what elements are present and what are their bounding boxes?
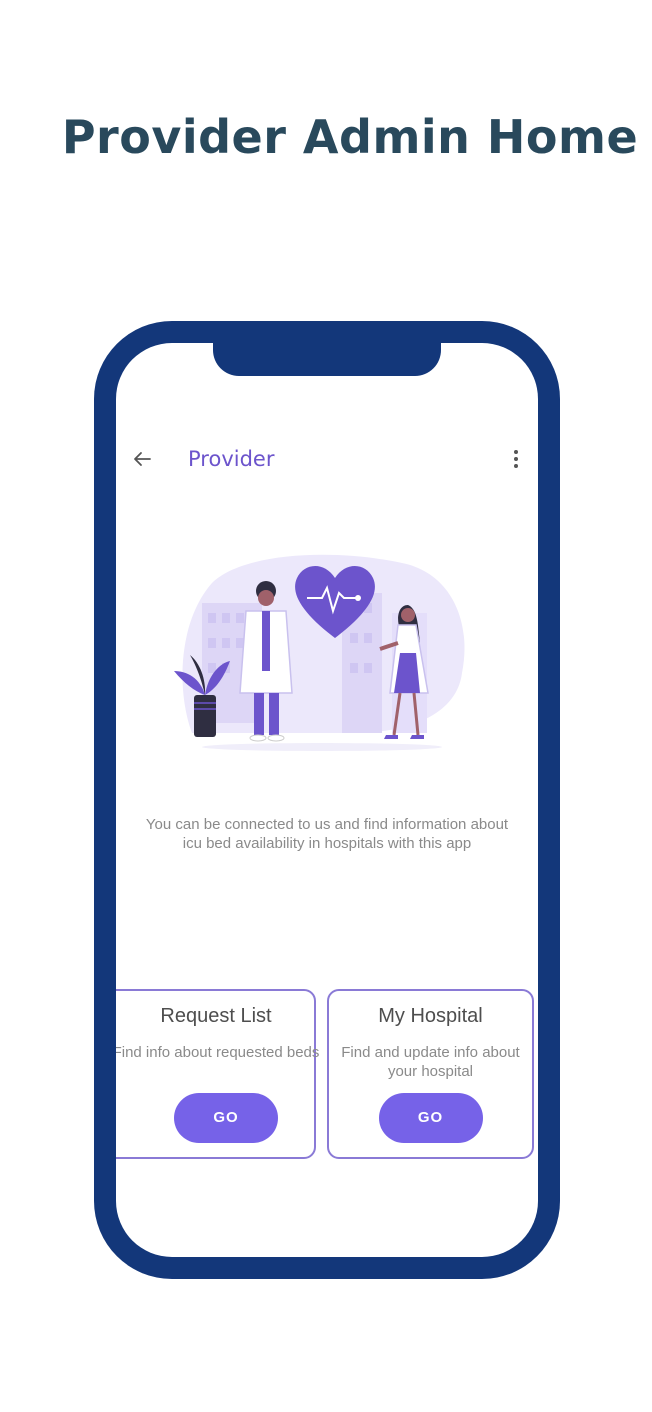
arrow-back-icon[interactable] <box>130 447 154 471</box>
card-description: Find and update info about your hospital <box>341 1044 520 1080</box>
phone-screen: Provider You can be connected to us and … <box>116 343 538 1257</box>
app-bar-title: Provider <box>188 447 275 471</box>
more-vertical-icon[interactable] <box>510 447 522 471</box>
page: Provider Admin Home Provider You can be … <box>0 0 652 1412</box>
page-title: Provider Admin Home <box>61 110 639 164</box>
request-list-card: Request List Find info about requested b… <box>116 989 319 1159</box>
phone-notch <box>213 343 441 376</box>
app-bar: Provider <box>116 439 538 495</box>
card-description: Find info about requested beds <box>116 1044 320 1061</box>
request-list-go-button[interactable]: GO <box>174 1093 278 1143</box>
app-description: You can be connected to us and find info… <box>145 816 509 852</box>
card-title: My Hospital <box>378 1005 483 1027</box>
my-hospital-card: My Hospital Find and update info about y… <box>327 989 534 1159</box>
card-title: Request List <box>160 1005 272 1027</box>
phone-mockup: Provider You can be connected to us and … <box>94 321 560 1279</box>
my-hospital-go-button[interactable]: GO <box>378 1093 483 1143</box>
doctors-illustration <box>174 554 465 751</box>
